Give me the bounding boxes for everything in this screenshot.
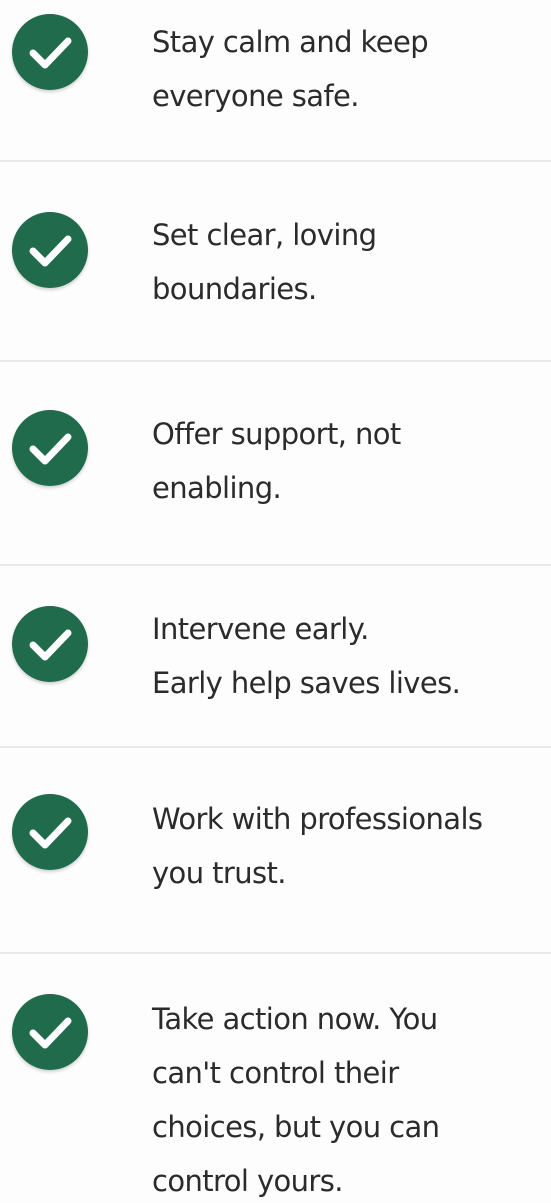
check-circle-icon <box>12 994 88 1070</box>
tip-text: Work with professionals you trust. <box>152 792 548 900</box>
tip-line: everyone safe. <box>152 79 359 113</box>
tip-line: choices, but you can <box>152 1110 440 1144</box>
check-circle-icon <box>12 14 88 90</box>
tip-text: Intervene early. Early help saves lives. <box>152 602 548 710</box>
tip-line: Early help saves lives. <box>152 666 461 700</box>
divider <box>0 952 551 954</box>
tip-text: Take action now. You can't control their… <box>152 992 548 1203</box>
tips-list: Stay calm and keep everyone safe. Set cl… <box>0 0 551 1203</box>
check-circle-icon <box>12 410 88 486</box>
tip-line: Take action now. You <box>152 1002 438 1036</box>
tip-line: you trust. <box>152 856 286 890</box>
tip-line: can't control their <box>152 1056 399 1090</box>
tip-line: Stay calm and keep <box>152 25 429 59</box>
tip-line: Intervene early. <box>152 612 369 646</box>
check-circle-icon <box>12 794 88 870</box>
tip-line: enabling. <box>152 471 282 505</box>
divider <box>0 360 551 362</box>
tip-line: Work with professionals <box>152 802 483 836</box>
check-circle-icon <box>12 212 88 288</box>
divider <box>0 564 551 566</box>
tip-text: Set clear, loving boundaries. <box>152 208 548 316</box>
tip-text: Stay calm and keep everyone safe. <box>152 15 548 123</box>
tip-line: boundaries. <box>152 272 317 306</box>
tip-line: control yours. <box>152 1164 343 1198</box>
tip-text: Offer support, not enabling. <box>152 407 548 515</box>
divider <box>0 746 551 748</box>
tip-line: Offer support, not <box>152 417 401 451</box>
tip-line: Set clear, loving <box>152 218 377 252</box>
divider <box>0 160 551 162</box>
check-circle-icon <box>12 606 88 682</box>
